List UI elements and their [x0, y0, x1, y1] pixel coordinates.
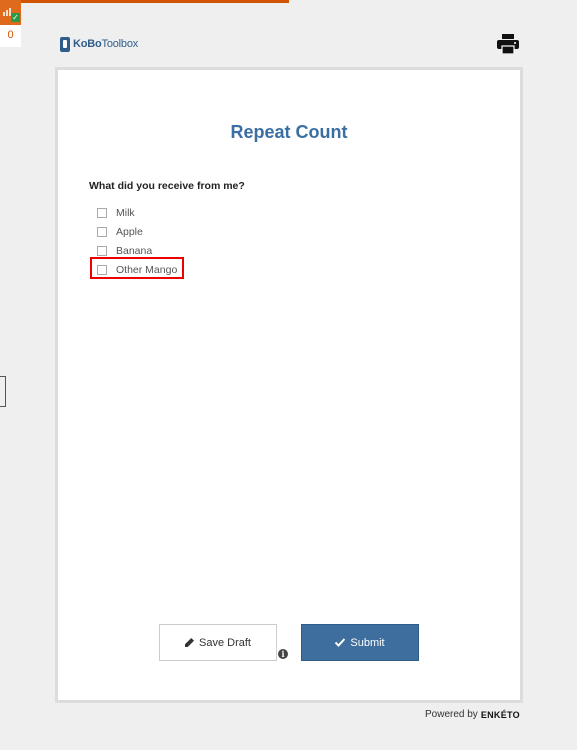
- print-icon[interactable]: [497, 34, 519, 54]
- progress-bar: [0, 0, 289, 3]
- powered-by: Powered by ENKÉTO: [425, 709, 520, 720]
- side-slider-handle[interactable]: [0, 376, 6, 407]
- check-icon: ✓: [11, 13, 20, 22]
- submit-button[interactable]: Submit: [301, 624, 419, 661]
- highlight-box: [90, 257, 184, 279]
- info-icon[interactable]: i: [278, 649, 288, 659]
- logo-mark-icon: [60, 36, 70, 52]
- kobotoolbox-logo: KoBoToolbox: [60, 36, 138, 52]
- option-label: Apple: [116, 225, 143, 238]
- option-apple[interactable]: Apple: [97, 222, 177, 241]
- save-draft-button[interactable]: Save Draft: [159, 624, 277, 661]
- logo-bold-text: KoBo: [73, 38, 102, 50]
- option-milk[interactable]: Milk: [97, 203, 177, 222]
- queue-count: 0: [7, 29, 14, 41]
- option-label: Banana: [116, 244, 153, 257]
- checkbox[interactable]: [97, 226, 107, 237]
- form-card: Repeat Count What did you receive from m…: [55, 67, 523, 703]
- pencil-icon: [185, 638, 195, 647]
- logo-light-text: Toolbox: [101, 38, 139, 50]
- form-title: Repeat Count: [230, 122, 348, 142]
- check-icon: [335, 638, 346, 647]
- enketo-brand[interactable]: ENKÉTO: [481, 710, 520, 720]
- checkbox[interactable]: [97, 245, 107, 256]
- submit-label: Submit: [350, 636, 385, 649]
- offline-status-widget[interactable]: ✓ 0: [0, 0, 21, 47]
- powered-by-label: Powered by: [425, 709, 478, 720]
- option-label: Milk: [116, 206, 135, 219]
- save-draft-label: Save Draft: [199, 636, 251, 649]
- question-label: What did you receive from me?: [89, 180, 245, 192]
- checkbox[interactable]: [97, 207, 107, 218]
